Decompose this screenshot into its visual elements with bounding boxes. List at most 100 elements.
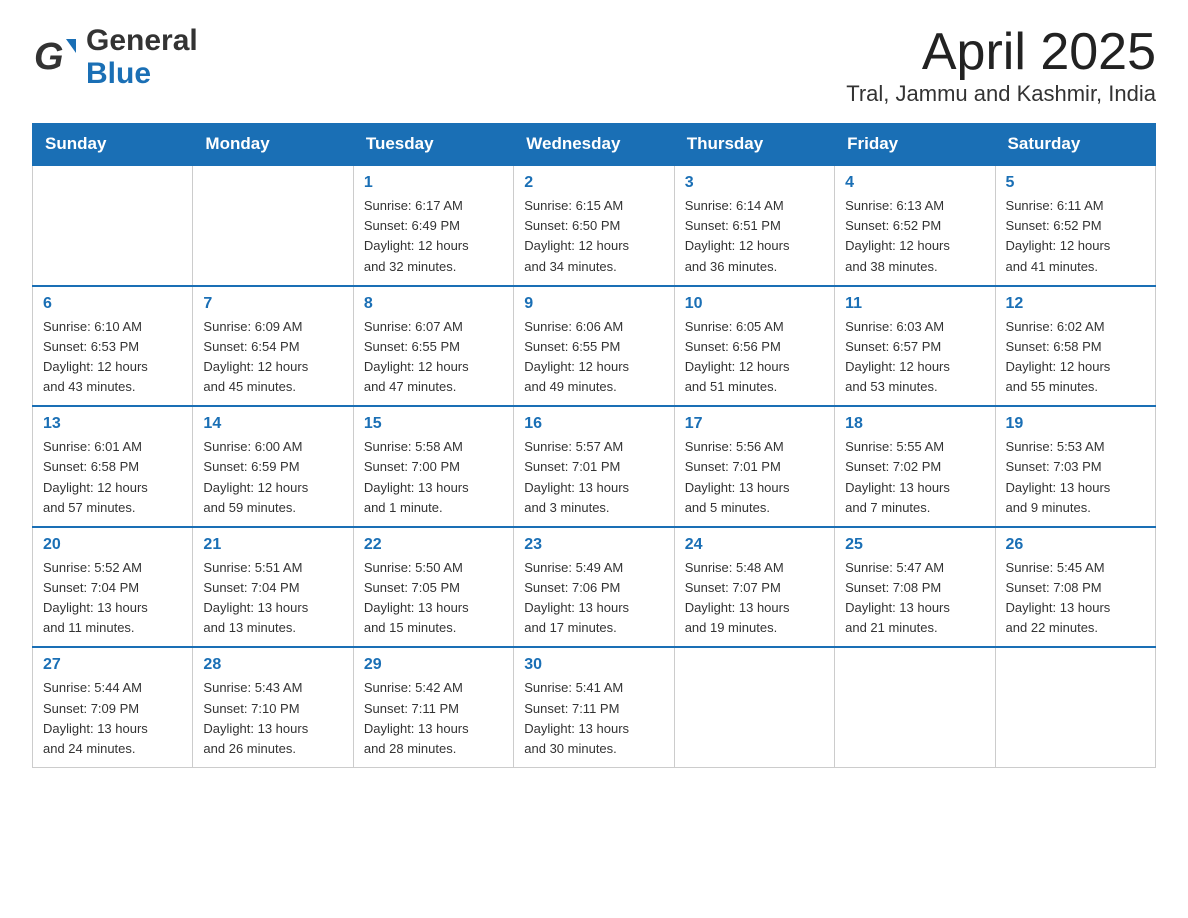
calendar-cell: 3Sunrise: 6:14 AMSunset: 6:51 PMDaylight… [674,165,834,286]
day-info: Sunrise: 6:13 AMSunset: 6:52 PMDaylight:… [845,196,984,277]
day-number: 9 [524,295,663,313]
day-number: 21 [203,536,342,554]
day-number: 15 [364,415,503,433]
calendar-cell [995,647,1155,767]
day-info: Sunrise: 6:15 AMSunset: 6:50 PMDaylight:… [524,196,663,277]
weekday-header-saturday: Saturday [995,124,1155,166]
day-info: Sunrise: 6:10 AMSunset: 6:53 PMDaylight:… [43,317,182,398]
day-number: 2 [524,174,663,192]
calendar-cell: 5Sunrise: 6:11 AMSunset: 6:52 PMDaylight… [995,165,1155,286]
weekday-header-friday: Friday [835,124,995,166]
day-info: Sunrise: 5:43 AMSunset: 7:10 PMDaylight:… [203,678,342,759]
day-number: 26 [1006,536,1145,554]
day-info: Sunrise: 6:09 AMSunset: 6:54 PMDaylight:… [203,317,342,398]
calendar-cell: 7Sunrise: 6:09 AMSunset: 6:54 PMDaylight… [193,286,353,407]
calendar-cell: 12Sunrise: 6:02 AMSunset: 6:58 PMDayligh… [995,286,1155,407]
day-number: 24 [685,536,824,554]
calendar-header: SundayMondayTuesdayWednesdayThursdayFrid… [33,124,1156,166]
page-header: G General Blue April 2025 Tral, Jammu an… [32,24,1156,107]
svg-text:G: G [34,36,64,78]
day-number: 20 [43,536,182,554]
day-info: Sunrise: 6:03 AMSunset: 6:57 PMDaylight:… [845,317,984,398]
logo-line2: Blue [86,57,198,90]
day-number: 23 [524,536,663,554]
weekday-header-sunday: Sunday [33,124,193,166]
calendar-cell: 9Sunrise: 6:06 AMSunset: 6:55 PMDaylight… [514,286,674,407]
day-number: 10 [685,295,824,313]
calendar-cell: 8Sunrise: 6:07 AMSunset: 6:55 PMDaylight… [353,286,513,407]
calendar-cell: 15 Sunrise: 5:58 AMSunset: 7:00 PMDayligh… [353,406,513,527]
weekday-header-wednesday: Wednesday [514,124,674,166]
calendar-cell: 17Sunrise: 5:56 AMSunset: 7:01 PMDayligh… [674,406,834,527]
day-info: Sunrise: 6:11 AMSunset: 6:52 PMDaylight:… [1006,196,1145,277]
calendar-cell: 20Sunrise: 5:52 AMSunset: 7:04 PMDayligh… [33,527,193,648]
day-info: Sunrise: 5:44 AMSunset: 7:09 PMDaylight:… [43,678,182,759]
day-info: Sunrise: 5:49 AMSunset: 7:06 PMDaylight:… [524,558,663,639]
day-info: Sunrise: 6:00 AMSunset: 6:59 PMDaylight:… [203,437,342,518]
logo-line1: General [86,24,198,57]
calendar-body: 1Sunrise: 6:17 AMSunset: 6:49 PMDaylight… [33,165,1156,767]
day-info: Sunrise: 5:55 AMSunset: 7:02 PMDaylight:… [845,437,984,518]
day-number: 6 [43,295,182,313]
calendar-cell: 2 Sunrise: 6:15 AMSunset: 6:50 PMDaylight… [514,165,674,286]
calendar-cell: 29 Sunrise: 5:42 AMSunset: 7:11 PMDayligh… [353,647,513,767]
calendar-cell: 25 Sunrise: 5:47 AMSunset: 7:08 PMDayligh… [835,527,995,648]
day-number: 16 [524,415,663,433]
calendar-cell: 27 Sunrise: 5:44 AMSunset: 7:09 PMDayligh… [33,647,193,767]
calendar-cell: 30 Sunrise: 5:41 AMSunset: 7:11 PMDayligh… [514,647,674,767]
calendar-title: April 2025 [846,24,1156,81]
calendar-cell: 18Sunrise: 5:55 AMSunset: 7:02 PMDayligh… [835,406,995,527]
day-info: Sunrise: 5:51 AMSunset: 7:04 PMDaylight:… [203,558,342,639]
calendar-week-4: 20Sunrise: 5:52 AMSunset: 7:04 PMDayligh… [33,527,1156,648]
day-info: Sunrise: 5:45 AMSunset: 7:08 PMDaylight:… [1006,558,1145,639]
calendar-cell [193,165,353,286]
day-info: Sunrise: 6:01 AMSunset: 6:58 PMDaylight:… [43,437,182,518]
day-number: 28 [203,656,342,674]
logo: G General Blue [32,24,198,90]
calendar-cell: 4 Sunrise: 6:13 AMSunset: 6:52 PMDaylight… [835,165,995,286]
day-number: 22 [364,536,503,554]
day-info: Sunrise: 5:48 AMSunset: 7:07 PMDaylight:… [685,558,824,639]
calendar-cell: 14 Sunrise: 6:00 AMSunset: 6:59 PMDayligh… [193,406,353,527]
day-info: Sunrise: 6:02 AMSunset: 6:58 PMDaylight:… [1006,317,1145,398]
weekday-header-monday: Monday [193,124,353,166]
calendar-cell: 21 Sunrise: 5:51 AMSunset: 7:04 PMDayligh… [193,527,353,648]
weekday-header-tuesday: Tuesday [353,124,513,166]
day-number: 4 [845,174,984,192]
title-block: April 2025 Tral, Jammu and Kashmir, Indi… [846,24,1156,107]
day-number: 27 [43,656,182,674]
day-number: 29 [364,656,503,674]
calendar-cell: 19Sunrise: 5:53 AMSunset: 7:03 PMDayligh… [995,406,1155,527]
weekday-header-thursday: Thursday [674,124,834,166]
calendar-week-1: 1Sunrise: 6:17 AMSunset: 6:49 PMDaylight… [33,165,1156,286]
calendar-cell: 26 Sunrise: 5:45 AMSunset: 7:08 PMDayligh… [995,527,1155,648]
calendar-cell: 22Sunrise: 5:50 AMSunset: 7:05 PMDayligh… [353,527,513,648]
calendar-week-3: 13 Sunrise: 6:01 AMSunset: 6:58 PMDayligh… [33,406,1156,527]
calendar-cell [33,165,193,286]
calendar-cell [835,647,995,767]
day-info: Sunrise: 5:41 AMSunset: 7:11 PMDaylight:… [524,678,663,759]
day-info: Sunrise: 5:42 AMSunset: 7:11 PMDaylight:… [364,678,503,759]
calendar-cell: 11 Sunrise: 6:03 AMSunset: 6:57 PMDayligh… [835,286,995,407]
day-number: 14 [203,415,342,433]
day-number: 13 [43,415,182,433]
day-number: 17 [685,415,824,433]
day-number: 11 [845,295,984,313]
day-info: Sunrise: 5:57 AMSunset: 7:01 PMDaylight:… [524,437,663,518]
day-info: Sunrise: 6:17 AMSunset: 6:49 PMDaylight:… [364,196,503,277]
day-info: Sunrise: 5:58 AMSunset: 7:00 PMDaylight:… [364,437,503,518]
calendar-cell [674,647,834,767]
calendar-cell: 6 Sunrise: 6:10 AMSunset: 6:53 PMDaylight… [33,286,193,407]
day-number: 3 [685,174,824,192]
day-number: 19 [1006,415,1145,433]
day-info: Sunrise: 6:05 AMSunset: 6:56 PMDaylight:… [685,317,824,398]
calendar-cell: 24 Sunrise: 5:48 AMSunset: 7:07 PMDayligh… [674,527,834,648]
weekday-header-row: SundayMondayTuesdayWednesdayThursdayFrid… [33,124,1156,166]
calendar-cell: 23 Sunrise: 5:49 AMSunset: 7:06 PMDayligh… [514,527,674,648]
calendar-week-2: 6 Sunrise: 6:10 AMSunset: 6:53 PMDaylight… [33,286,1156,407]
calendar-cell: 16 Sunrise: 5:57 AMSunset: 7:01 PMDayligh… [514,406,674,527]
day-info: Sunrise: 5:47 AMSunset: 7:08 PMDaylight:… [845,558,984,639]
day-number: 30 [524,656,663,674]
day-number: 25 [845,536,984,554]
calendar-cell: 1Sunrise: 6:17 AMSunset: 6:49 PMDaylight… [353,165,513,286]
